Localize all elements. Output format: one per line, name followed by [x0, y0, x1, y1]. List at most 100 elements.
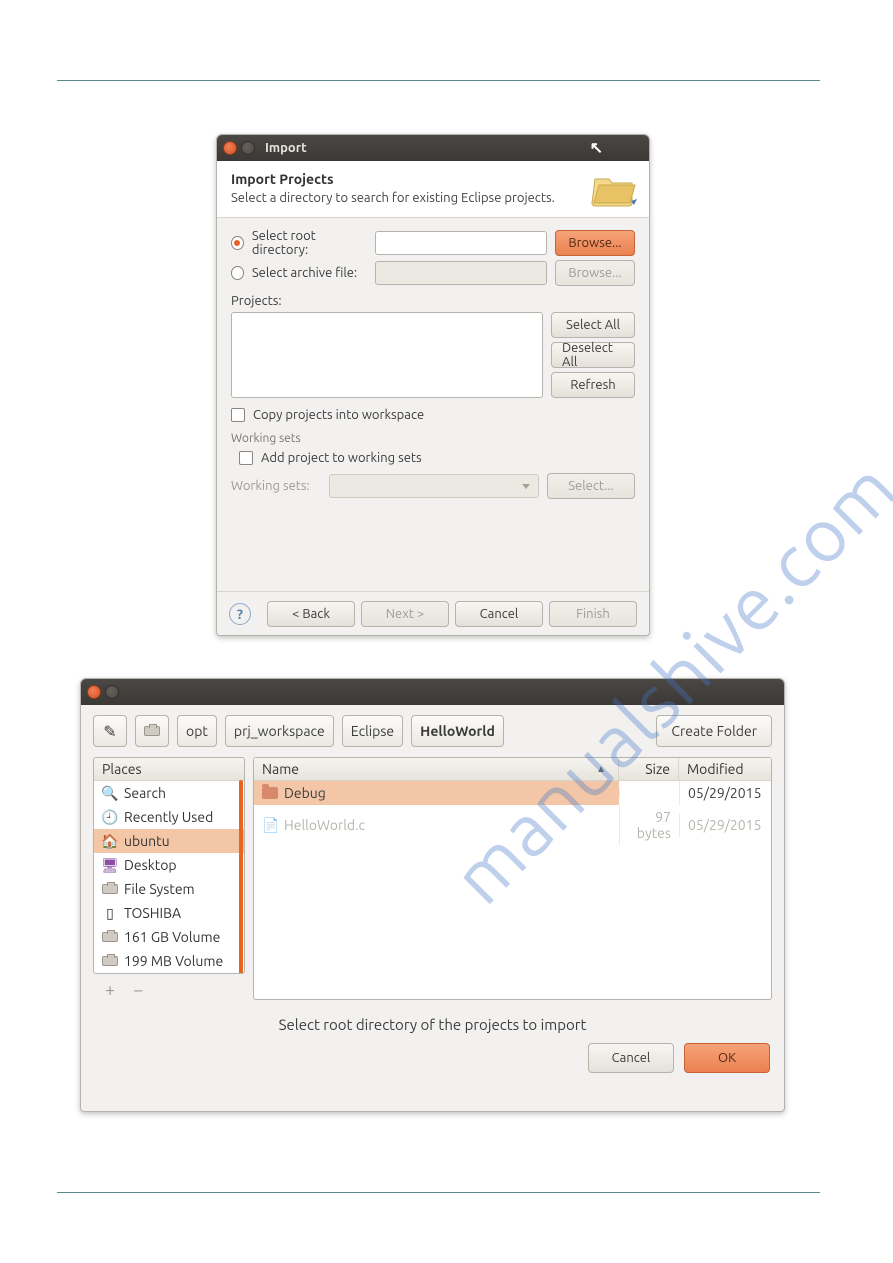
add-to-working-sets-checkbox[interactable] — [239, 451, 253, 465]
mouse-cursor-icon: ↖ — [590, 138, 603, 157]
places-item-label: TOSHIBA — [124, 905, 181, 921]
working-sets-row: Working sets: Select... — [231, 473, 635, 499]
import-window-title: Import — [265, 141, 307, 155]
create-folder-button[interactable]: Create Folder — [656, 715, 772, 747]
file-icon: 📄 — [262, 817, 278, 834]
disk-icon — [102, 929, 118, 945]
file-row-debug[interactable]: Debug 05/29/2015 — [254, 781, 771, 805]
places-scrollbar[interactable] — [239, 780, 243, 974]
browse-archive-button: Browse... — [555, 260, 635, 286]
places-item-label: ubuntu — [124, 833, 170, 849]
restore-icon[interactable] — [105, 685, 119, 699]
select-all-button[interactable]: Select All — [551, 312, 635, 338]
radio-archive-file[interactable] — [231, 266, 244, 280]
places-item-199mb[interactable]: 199 MB Volume — [94, 949, 244, 973]
search-icon: 🔍 — [102, 785, 118, 801]
file-rows[interactable]: Debug 05/29/2015 📄HelloWorld.c 97 bytes … — [254, 781, 771, 999]
next-button: Next > — [361, 601, 449, 627]
close-icon[interactable] — [223, 141, 237, 155]
path-segment-prj-workspace[interactable]: prj_workspace — [225, 715, 334, 747]
root-directory-input[interactable] — [375, 231, 547, 255]
places-item-toshiba[interactable]: ▯TOSHIBA — [94, 901, 244, 925]
finish-button: Finish — [549, 601, 637, 627]
add-bookmark-button[interactable]: + — [105, 980, 115, 1000]
radio-root-directory[interactable] — [231, 236, 244, 250]
places-item-label: 161 GB Volume — [124, 929, 220, 945]
copy-into-workspace-row: Copy projects into workspace — [231, 408, 635, 422]
places-panel: Places 🔍 Search 🕘 Recently Used 🏠ubuntu 🖥D… — [93, 757, 245, 974]
places-item-filesystem[interactable]: File System — [94, 877, 244, 901]
refresh-button[interactable]: Refresh — [551, 372, 635, 398]
working-sets-section-label: Working sets — [231, 432, 635, 445]
radio-archive-row: Select archive file: Browse... — [231, 258, 635, 288]
add-to-working-sets-label: Add project to working sets — [261, 451, 422, 465]
col-name[interactable]: Name▲ — [254, 758, 619, 780]
import-footer: ? < Back Next > Cancel Finish — [217, 591, 649, 635]
file-column-headers: Name▲ Size Modified — [254, 758, 771, 781]
path-segment-opt[interactable]: opt — [177, 715, 217, 747]
places-item-label: 199 MB Volume — [124, 953, 223, 969]
col-size[interactable]: Size — [619, 758, 679, 780]
radio-root-directory-row: Select root directory: Browse... — [231, 228, 635, 258]
copy-into-workspace-label: Copy projects into workspace — [253, 408, 424, 422]
edit-path-button[interactable] — [93, 715, 127, 747]
places-item-label: File System — [124, 881, 195, 897]
places-list[interactable]: 🔍Search 🕘Recently Used 🏠ubuntu 🖥Desktop … — [94, 781, 244, 973]
import-header-desc: Select a directory to search for existin… — [231, 191, 635, 205]
page-divider-top — [57, 80, 820, 81]
places-item-label: Search — [124, 785, 166, 801]
places-item-desktop[interactable]: 🖥Desktop — [94, 853, 244, 877]
minimize-icon[interactable] — [241, 141, 255, 155]
file-row-size — [619, 789, 679, 797]
chooser-toolbar: opt prj_workspace Eclipse HelloWorld Cre… — [81, 705, 784, 757]
projects-label: Projects: — [231, 294, 635, 308]
disk-icon — [144, 726, 160, 736]
help-icon[interactable]: ? — [229, 603, 251, 625]
radio-root-label: Select root directory: — [252, 229, 375, 257]
places-item-161gb[interactable]: 161 GB Volume — [94, 925, 244, 949]
path-segment-helloworld[interactable]: HelloWorld — [411, 715, 504, 747]
places-item-search[interactable]: 🔍 Search — [94, 781, 244, 805]
remove-bookmark-button[interactable]: − — [133, 980, 143, 1000]
import-header: Import Projects Select a directory to se… — [217, 161, 649, 218]
radio-archive-label: Select archive file: — [252, 266, 375, 280]
col-modified[interactable]: Modified — [679, 758, 771, 780]
deselect-all-button[interactable]: Deselect All — [551, 342, 635, 368]
file-row-name: HelloWorld.c — [284, 817, 365, 833]
file-row-modified: 05/29/2015 — [679, 813, 771, 837]
copy-into-workspace-checkbox[interactable] — [231, 408, 245, 422]
chooser-footer: Cancel OK — [81, 1043, 784, 1087]
chooser-message: Select root directory of the projects to… — [81, 1000, 784, 1043]
import-dialog: Import ↖ Import Projects Select a direct… — [216, 134, 650, 636]
places-item-recent[interactable]: 🕘 Recently Used — [94, 805, 244, 829]
import-titlebar[interactable]: Import ↖ — [217, 135, 649, 161]
places-item-home[interactable]: 🏠ubuntu — [94, 829, 244, 853]
disk-icon — [102, 953, 118, 969]
chooser-titlebar[interactable] — [81, 679, 784, 705]
browse-root-button[interactable]: Browse... — [555, 230, 635, 256]
import-header-title: Import Projects — [231, 171, 635, 187]
import-body: Select root directory: Browse... Select … — [217, 218, 649, 503]
working-sets-combo-label: Working sets: — [231, 479, 321, 493]
places-item-label: Desktop — [124, 857, 177, 873]
chooser-ok-button[interactable]: OK — [684, 1043, 770, 1073]
working-sets-combo — [329, 474, 539, 498]
path-segment-eclipse[interactable]: Eclipse — [342, 715, 403, 747]
recent-icon: 🕘 — [102, 809, 118, 825]
folder-icon — [262, 787, 278, 799]
back-button[interactable]: < Back — [267, 601, 355, 627]
col-name-label: Name — [262, 761, 299, 777]
path-root-button[interactable] — [135, 715, 169, 747]
add-to-working-sets-row: Add project to working sets — [239, 451, 635, 465]
file-row-size: 97 bytes — [619, 805, 679, 845]
places-item-label: Recently Used — [124, 809, 213, 825]
projects-listbox[interactable] — [231, 312, 543, 398]
cancel-button[interactable]: Cancel — [455, 601, 543, 627]
file-row-name: Debug — [284, 785, 326, 801]
file-row-modified: 05/29/2015 — [679, 781, 771, 805]
places-header: Places — [94, 758, 244, 781]
disk-icon — [102, 881, 118, 897]
chooser-main: Places 🔍 Search 🕘 Recently Used 🏠ubuntu 🖥D… — [81, 757, 784, 1000]
close-icon[interactable] — [87, 685, 101, 699]
chooser-cancel-button[interactable]: Cancel — [588, 1043, 674, 1073]
